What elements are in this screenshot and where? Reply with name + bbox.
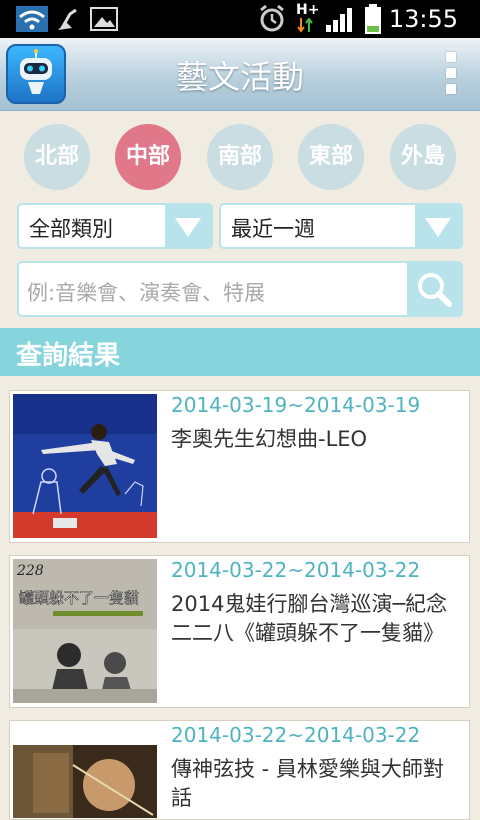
- results-title: 查詢結果: [16, 341, 121, 371]
- network-type: H+: [296, 2, 320, 18]
- chevron-down-icon: [415, 205, 461, 247]
- period-dropdown[interactable]: 最近一週: [219, 203, 463, 249]
- event-poster-image: [13, 745, 157, 818]
- event-poster-image: [13, 394, 157, 538]
- event-poster-image: 228 罐頭躲不了一隻貓: [13, 559, 157, 703]
- region-islands[interactable]: 外島: [390, 124, 456, 190]
- search-input[interactable]: 例:音樂會、演奏會、特展: [27, 277, 265, 307]
- result-card[interactable]: 2014-03-19~2014-03-19 李奧先生幻想曲-LEO: [9, 390, 470, 543]
- search-button[interactable]: [407, 263, 461, 315]
- event-date: 2014-03-22~2014-03-22: [171, 723, 421, 747]
- event-title: 李奧先生幻想曲-LEO: [171, 427, 368, 451]
- overflow-menu-icon[interactable]: [444, 52, 458, 96]
- period-selected: 最近一週: [231, 217, 315, 241]
- status-bar: H+ 13:55: [0, 0, 480, 38]
- result-card[interactable]: 228 罐頭躲不了一隻貓 2014-03-22~2014-03-22 2014鬼…: [9, 555, 470, 708]
- clock: 13:55: [388, 5, 458, 33]
- wifi-icon: [16, 6, 48, 32]
- search-icon: [418, 273, 452, 307]
- event-date: 2014-03-22~2014-03-22: [171, 558, 421, 582]
- region-selector: 北部 中部 南部 東部 外島: [0, 120, 480, 190]
- region-central[interactable]: 中部: [115, 124, 181, 190]
- region-east[interactable]: 東部: [298, 124, 364, 190]
- chevron-down-icon: [165, 205, 211, 247]
- category-dropdown[interactable]: 全部類別: [17, 203, 213, 249]
- broom-icon: [58, 8, 77, 30]
- event-title: 2014鬼娃行腳台灣巡演─紀念二二八《罐頭躲不了一隻貓》: [171, 592, 448, 645]
- data-transfer-icon: [297, 18, 313, 33]
- battery-icon: [365, 4, 381, 34]
- poster-number: 228: [16, 563, 44, 579]
- image-icon: [90, 7, 118, 31]
- event-date: 2014-03-19~2014-03-19: [171, 393, 421, 417]
- search-box: 例:音樂會、演奏會、特展: [17, 261, 463, 317]
- poster-title: 罐頭躲不了一隻貓: [19, 589, 139, 607]
- result-card[interactable]: 2014-03-22~2014-03-22 傳神弦技 - 員林愛樂與大師對話: [9, 720, 470, 820]
- page-title: 藝文活動: [175, 58, 304, 96]
- region-south[interactable]: 南部: [207, 124, 273, 190]
- event-title: 傳神弦技 - 員林愛樂與大師對話: [171, 757, 444, 810]
- app-bar: 藝文活動: [0, 38, 480, 111]
- alarm-icon: [260, 4, 284, 32]
- region-north[interactable]: 北部: [24, 124, 90, 190]
- signal-icon: [326, 8, 352, 32]
- category-selected: 全部類別: [29, 217, 113, 241]
- results-header: 查詢結果: [0, 328, 480, 376]
